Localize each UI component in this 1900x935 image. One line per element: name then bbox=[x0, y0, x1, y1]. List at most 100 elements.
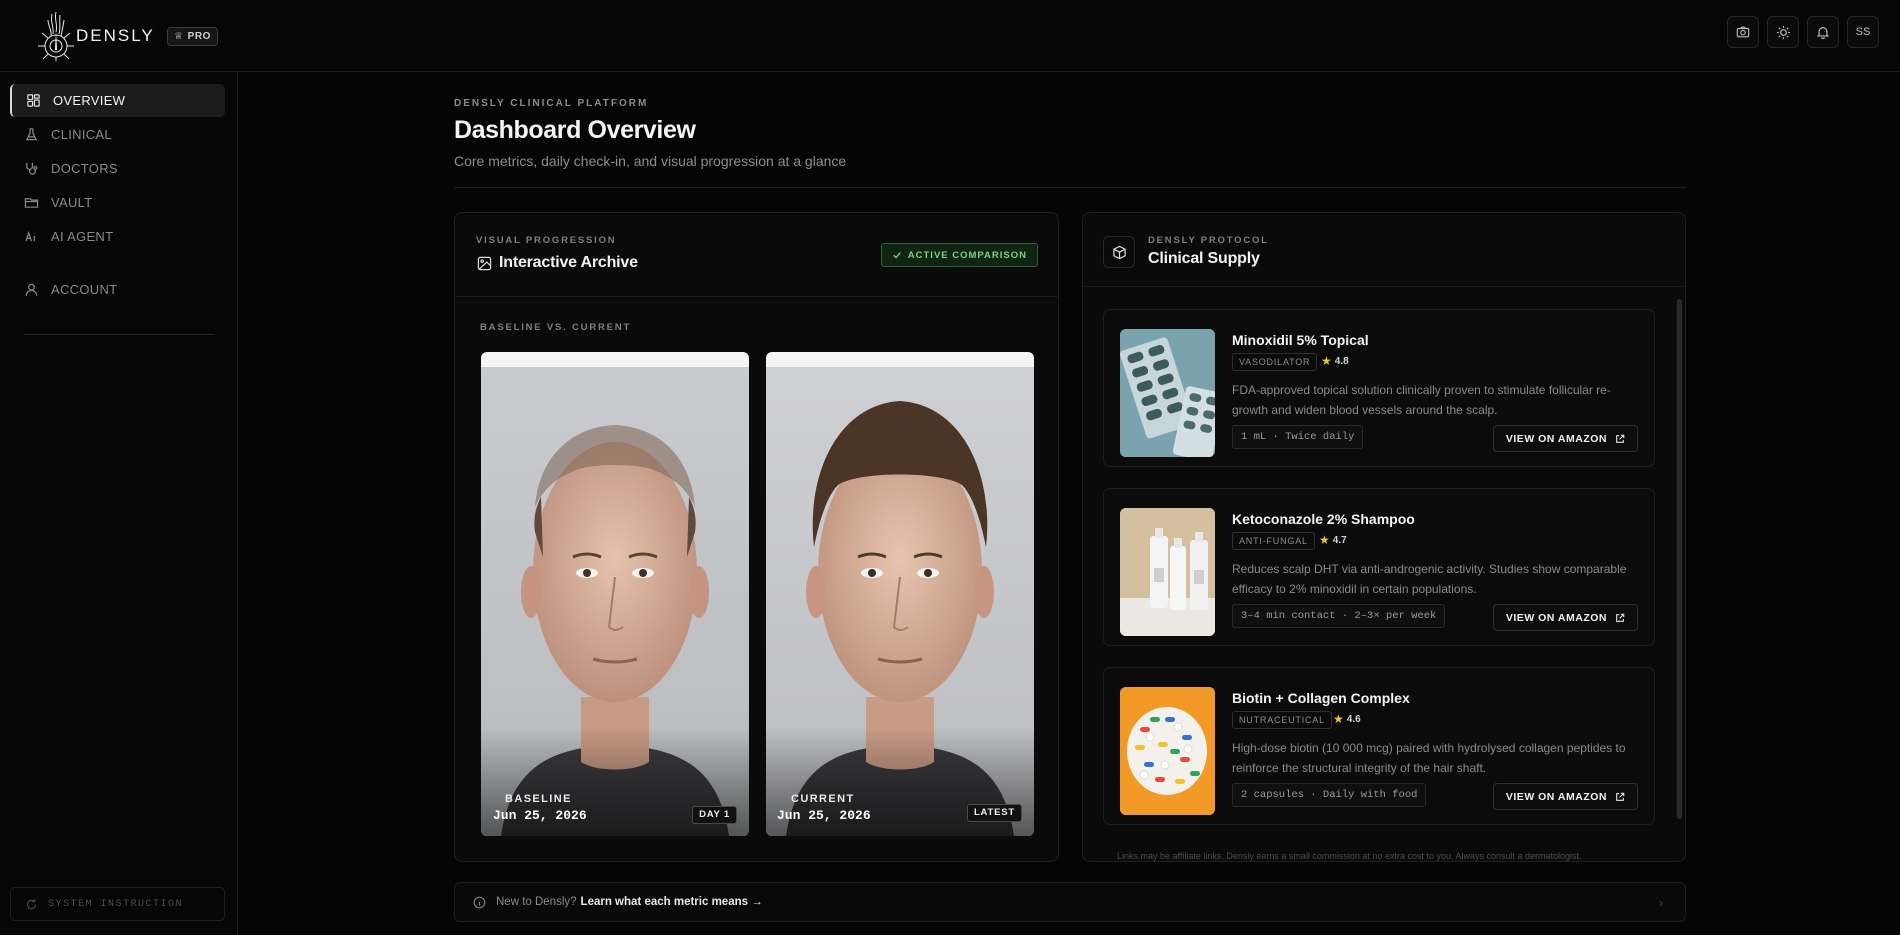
current-label: CURRENT bbox=[791, 793, 855, 805]
product-name[interactable]: Minoxidil 5% Topical bbox=[1232, 332, 1369, 348]
view-on-amazon-button[interactable]: VIEW ON AMAZON bbox=[1492, 783, 1638, 810]
product-description: High-dose biotin (10 000 mcg) paired wit… bbox=[1232, 741, 1626, 775]
help-prefix: New to Densly? bbox=[496, 896, 577, 908]
sidebar-item-label: OVERVIEW bbox=[53, 93, 126, 108]
theme-toggle-button[interactable] bbox=[1767, 16, 1799, 48]
page-subtitle: Core metrics, daily check-in, and visual… bbox=[454, 153, 847, 169]
minoxidil-product-image[interactable] bbox=[1120, 329, 1215, 457]
camera-button[interactable] bbox=[1727, 16, 1759, 48]
comparison-section-label: BASELINE VS. CURRENT bbox=[480, 322, 632, 333]
sidebar-item-label: VAULT bbox=[51, 195, 93, 210]
refresh-icon bbox=[26, 898, 37, 909]
biotin-product-image[interactable] bbox=[1120, 687, 1215, 815]
external-link-icon bbox=[1616, 792, 1625, 801]
product-category: NUTRACEUTICAL bbox=[1232, 711, 1332, 729]
affiliate-disclaimer: Links may be affiliate links. Densly ear… bbox=[1117, 851, 1582, 861]
bell-icon bbox=[1816, 27, 1830, 39]
product-description: Reduces scalp DHT via anti-androgenic ac… bbox=[1232, 562, 1627, 596]
baseline-photo[interactable]: BASELINE Jun 25, 2026 DAY 1 bbox=[481, 352, 749, 836]
product-card: Ketoconazole 2% Shampoo ANTI-FUNGAL ★ 4.… bbox=[1103, 488, 1655, 646]
user-initials: SS bbox=[1855, 26, 1871, 38]
sidebar-item-account[interactable]: ACCOUNT bbox=[10, 273, 225, 306]
product-category: ANTI-FUNGAL bbox=[1232, 532, 1315, 550]
rating-value: 4.6 bbox=[1346, 713, 1361, 725]
user-avatar-button[interactable]: SS bbox=[1847, 16, 1879, 48]
brand-name: DENSLY bbox=[76, 26, 155, 45]
pro-label: PRO bbox=[187, 31, 212, 42]
archive-eyebrow: VISUAL PROGRESSION bbox=[476, 235, 617, 246]
chevron-right-icon: › bbox=[1658, 894, 1663, 910]
star-icon: ★ bbox=[1321, 354, 1332, 368]
product-dosage: 1 mL · Twice daily bbox=[1232, 425, 1364, 449]
image-icon bbox=[477, 256, 492, 271]
notifications-button[interactable] bbox=[1807, 16, 1839, 48]
supply-title: Clinical Supply bbox=[1148, 250, 1260, 267]
baseline-date: Jun 25, 2026 bbox=[493, 808, 587, 823]
sidebar-item-label: AI AGENT bbox=[51, 229, 114, 244]
badge-label: ACTIVE COMPARISON bbox=[907, 249, 1027, 261]
current-photo[interactable]: CURRENT Jun 25, 2026 LATEST bbox=[766, 352, 1034, 836]
current-date: Jun 25, 2026 bbox=[777, 808, 871, 823]
sidebar-item-vault[interactable]: VAULT bbox=[10, 186, 225, 219]
archive-card-header: VISUAL PROGRESSION Interactive Archive A… bbox=[455, 213, 1058, 297]
sidebar-item-label: CLINICAL bbox=[51, 127, 112, 142]
info-icon bbox=[473, 896, 486, 908]
page-eyebrow: DENSLY CLINICAL PLATFORM bbox=[454, 98, 649, 109]
product-dosage: 2 capsules · Daily with food bbox=[1232, 783, 1427, 807]
learn-metrics-link[interactable]: Learn what each metric means → bbox=[581, 896, 763, 908]
rating-value: 4.7 bbox=[1332, 534, 1347, 546]
ketoconazole-product-image[interactable] bbox=[1120, 508, 1215, 636]
grid-icon bbox=[27, 94, 40, 107]
densly-logo-icon[interactable] bbox=[34, 6, 82, 62]
supply-scrollbar[interactable] bbox=[1676, 299, 1683, 819]
sidebar-item-overview[interactable]: OVERVIEW bbox=[10, 84, 225, 117]
sidebar-item-label: ACCOUNT bbox=[51, 282, 118, 297]
flask-icon bbox=[25, 128, 38, 141]
sidebar-item-label: DOCTORS bbox=[51, 161, 118, 176]
star-icon: ★ bbox=[1333, 712, 1344, 726]
sidebar-item-ai-agent[interactable]: AI AGENT bbox=[10, 220, 225, 253]
view-on-amazon-button[interactable]: VIEW ON AMAZON bbox=[1492, 425, 1638, 452]
user-icon bbox=[25, 283, 38, 296]
pro-badge: ♕ PRO bbox=[167, 27, 219, 46]
sidebar-item-clinical[interactable]: CLINICAL bbox=[10, 118, 225, 151]
product-category: VASODILATOR bbox=[1232, 353, 1318, 371]
supply-card-header: DENSLY PROTOCOL Clinical Supply bbox=[1083, 213, 1685, 287]
product-name[interactable]: Ketoconazole 2% Shampoo bbox=[1232, 511, 1415, 527]
clinical-supply-card: DENSLY PROTOCOL Clinical Supply Minoxidi… bbox=[1082, 212, 1686, 862]
star-icon: ★ bbox=[1319, 533, 1330, 547]
system-instruction-button[interactable]: SYSTEM INSTRUCTION bbox=[10, 887, 225, 921]
check-icon bbox=[893, 252, 901, 259]
top-bar: DENSLY ♕ PRO SS bbox=[0, 0, 1900, 72]
product-rating: ★ 4.7 bbox=[1319, 533, 1347, 547]
external-link-icon bbox=[1616, 434, 1625, 443]
ai-icon bbox=[25, 230, 35, 242]
help-banner[interactable]: New to Densly? Learn what each metric me… bbox=[454, 882, 1686, 922]
scrollbar-thumb[interactable] bbox=[1677, 299, 1682, 819]
product-card: Biotin + Collagen Complex NUTRACEUTICAL … bbox=[1103, 667, 1655, 825]
view-on-amazon-button[interactable]: VIEW ON AMAZON bbox=[1492, 604, 1638, 631]
page-title: Dashboard Overview bbox=[454, 116, 696, 144]
sidebar-item-doctors[interactable]: DOCTORS bbox=[10, 152, 225, 185]
sun-icon bbox=[1776, 25, 1790, 39]
product-card: Minoxidil 5% Topical VASODILATOR ★ 4.8 F… bbox=[1103, 309, 1655, 467]
button-label: VIEW ON AMAZON bbox=[1505, 790, 1607, 803]
product-rating: ★ 4.6 bbox=[1333, 712, 1361, 726]
crown-icon: ♕ bbox=[174, 31, 184, 42]
supply-eyebrow: DENSLY PROTOCOL bbox=[1148, 235, 1269, 246]
camera-icon bbox=[1736, 26, 1750, 38]
product-rating: ★ 4.8 bbox=[1321, 354, 1349, 368]
product-name[interactable]: Biotin + Collagen Complex bbox=[1232, 690, 1410, 706]
day-1-tag: DAY 1 bbox=[692, 806, 737, 824]
archive-title: Interactive Archive bbox=[499, 254, 638, 271]
box-icon bbox=[1112, 245, 1126, 259]
button-label: VIEW ON AMAZON bbox=[1505, 611, 1607, 624]
box-icon-wrapper bbox=[1103, 236, 1135, 268]
header-divider bbox=[454, 187, 1686, 188]
sidebar-divider bbox=[24, 334, 214, 335]
stethoscope-icon bbox=[26, 162, 38, 175]
external-link-icon bbox=[1616, 613, 1625, 622]
sidebar: OVERVIEW CLINICAL DOCTORS VAULT AI AGENT… bbox=[0, 72, 238, 935]
system-instruction-label: SYSTEM INSTRUCTION bbox=[48, 898, 184, 910]
active-comparison-badge[interactable]: ACTIVE COMPARISON bbox=[880, 243, 1038, 267]
